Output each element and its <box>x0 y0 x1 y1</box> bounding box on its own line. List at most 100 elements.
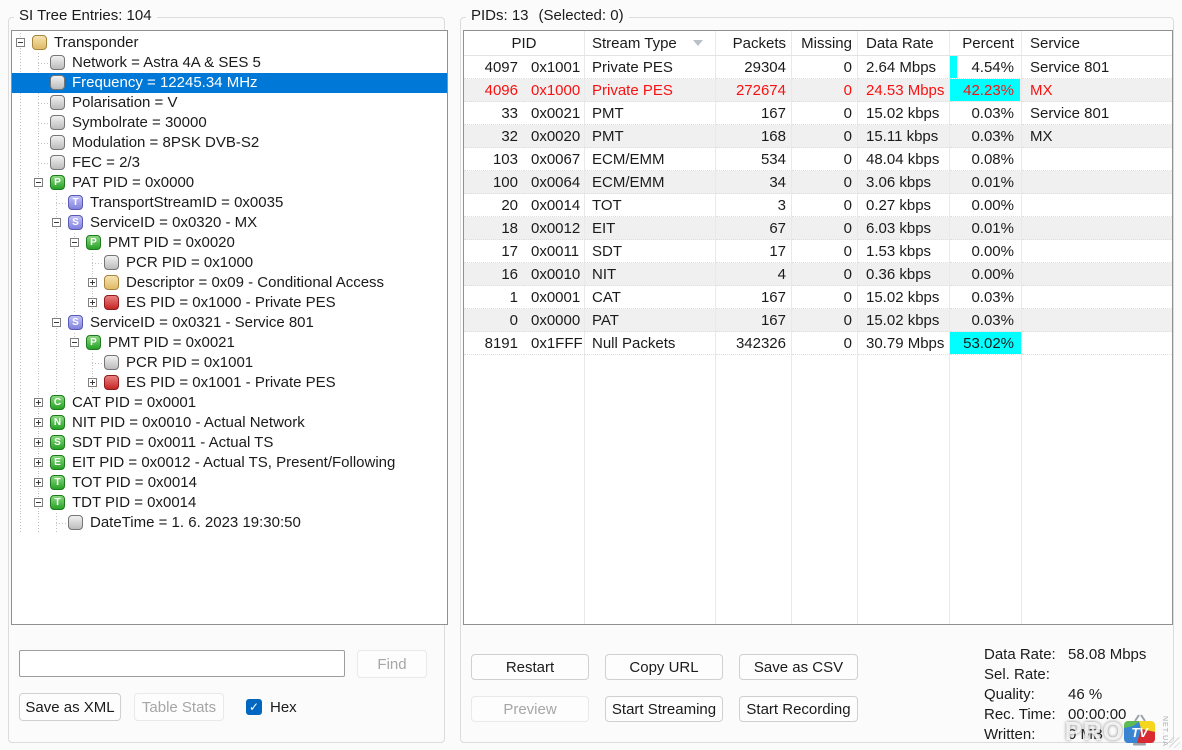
percent-text: 0.00% <box>971 266 1014 283</box>
find-input[interactable] <box>19 650 345 677</box>
cell-data-rate: 15.02 kbps <box>858 286 950 309</box>
cell-service <box>1022 309 1172 332</box>
tree-expand-icon[interactable] <box>88 298 97 307</box>
pid-row[interactable]: 00x0000PAT167015.02 kbps0.03% <box>464 309 1172 332</box>
cell-percent: 0.01% <box>950 171 1022 194</box>
tree-item[interactable]: ES PID = 0x1000 - Private PES <box>12 293 447 313</box>
column-header-percent[interactable]: Percent <box>950 31 1022 55</box>
tree-item[interactable]: ES PID = 0x1001 - Private PES <box>12 373 447 393</box>
tree-item[interactable]: Polarisation = V <box>12 93 447 113</box>
stat-line: Rec. Time:00:00:00 <box>984 705 1166 725</box>
tree-item[interactable]: PPMT PID = 0x0021 <box>12 333 447 353</box>
tree-item[interactable]: Transponder <box>12 33 447 53</box>
cell-percent: 4.54% <box>950 56 1022 79</box>
pid-row[interactable]: 1000x0064ECM/EMM3403.06 kbps0.01% <box>464 171 1172 194</box>
tree-item[interactable]: Frequency = 12245.34 MHz <box>12 73 447 93</box>
window-resize-grip[interactable] <box>1169 737 1180 748</box>
tree-guide-line <box>56 253 57 273</box>
tree-guide-line <box>38 313 39 333</box>
cell-data-rate: 0.27 kbps <box>858 194 950 217</box>
stat-value: 00:00:00 <box>1068 705 1126 725</box>
cell-data-rate: 1.53 kbps <box>858 240 950 263</box>
save-as-csv-button[interactable]: Save as CSV <box>739 654 858 680</box>
tree-expand-icon[interactable] <box>88 378 97 387</box>
column-header-missing[interactable]: Missing <box>792 31 858 55</box>
start-recording-button[interactable]: Start Recording <box>739 696 858 722</box>
column-header-pid[interactable]: PID <box>464 31 585 55</box>
hex-checkbox[interactable]: ✓ <box>246 699 262 715</box>
tree-expand-icon[interactable] <box>88 278 97 287</box>
tree-item[interactable]: TTOT PID = 0x0014 <box>12 473 447 493</box>
hex-checkbox-group[interactable]: ✓ Hex <box>246 693 297 721</box>
column-header-service[interactable]: Service <box>1022 31 1172 55</box>
tree-guide-line <box>20 173 21 193</box>
pid-row[interactable]: 330x0021PMT167015.02 kbps0.03%Service 80… <box>464 102 1172 125</box>
tree-item[interactable]: SServiceID = 0x0320 - MX <box>12 213 447 233</box>
cell-percent: 0.00% <box>950 194 1022 217</box>
tree-item[interactable]: Network = Astra 4A & SES 5 <box>12 53 447 73</box>
pid-row[interactable]: 170x0011SDT1701.53 kbps0.00% <box>464 240 1172 263</box>
column-header-packets[interactable]: Packets <box>716 31 792 55</box>
tree-guide-line <box>20 293 21 313</box>
save-as-xml-button[interactable]: Save as XML <box>19 693 121 721</box>
tree-item[interactable]: SSDT PID = 0x0011 - Actual TS <box>12 433 447 453</box>
tree-guide-line <box>20 53 21 73</box>
column-header-stream-type[interactable]: Stream Type <box>585 31 716 55</box>
tree-item[interactable]: TTransportStreamID = 0x0035 <box>12 193 447 213</box>
cell-stream-type: TOT <box>585 194 716 217</box>
pid-row[interactable]: 40960x1000Private PES272674024.53 Mbps42… <box>464 79 1172 102</box>
pid-row[interactable]: 200x0014TOT300.27 kbps0.00% <box>464 194 1172 217</box>
pid-row[interactable]: 1030x0067ECM/EMM534048.04 kbps0.08% <box>464 148 1172 171</box>
tree-item-label: EIT PID = 0x0012 - Actual TS, Present/Fo… <box>72 453 395 473</box>
tree-item[interactable]: SServiceID = 0x0321 - Service 801 <box>12 313 447 333</box>
tree-item[interactable]: EEIT PID = 0x0012 - Actual TS, Present/F… <box>12 453 447 473</box>
tree-item[interactable]: Descriptor = 0x09 - Conditional Access <box>12 273 447 293</box>
tree-item[interactable]: DateTime = 1. 6. 2023 19:30:50 <box>12 513 447 533</box>
pid-table: PID Stream Type Packets Missing Data Rat… <box>463 30 1173 625</box>
tree-guide-line <box>20 493 21 513</box>
tree-expand-icon[interactable] <box>34 478 43 487</box>
tree-collapse-icon[interactable] <box>52 218 61 227</box>
tree-item[interactable]: TTDT PID = 0x0014 <box>12 493 447 513</box>
tree-collapse-icon[interactable] <box>52 318 61 327</box>
tree-expand-icon[interactable] <box>34 438 43 447</box>
tree-expand-icon[interactable] <box>34 418 43 427</box>
tree-node-periwinkle-icon: T <box>68 195 83 210</box>
tree-item[interactable]: PCR PID = 0x1001 <box>12 353 447 373</box>
tree-item[interactable]: PPMT PID = 0x0020 <box>12 233 447 253</box>
tree-item[interactable]: CCAT PID = 0x0001 <box>12 393 447 413</box>
pid-row[interactable]: 180x0012EIT6706.03 kbps0.01% <box>464 217 1172 240</box>
cell-service <box>1022 171 1172 194</box>
tree-guide-line <box>20 93 21 113</box>
tree-guide-line <box>56 353 57 373</box>
tree-item[interactable]: Symbolrate = 30000 <box>12 113 447 133</box>
tree-collapse-icon[interactable] <box>16 38 25 47</box>
tree-item[interactable]: NNIT PID = 0x0010 - Actual Network <box>12 413 447 433</box>
tree-collapse-icon[interactable] <box>70 338 79 347</box>
tree-item[interactable]: PCR PID = 0x1000 <box>12 253 447 273</box>
pid-row[interactable]: 160x0010NIT400.36 kbps0.00% <box>464 263 1172 286</box>
tree-item[interactable]: Modulation = 8PSK DVB-S2 <box>12 133 447 153</box>
cell-stream-type: ECM/EMM <box>585 171 716 194</box>
cell-packets: 4 <box>716 263 792 286</box>
pid-row[interactable]: 81910x1FFFNull Packets342326030.79 Mbps5… <box>464 332 1172 355</box>
tree-expand-icon[interactable] <box>34 458 43 467</box>
pid-row[interactable]: 320x0020PMT168015.11 kbps0.03%MX <box>464 125 1172 148</box>
restart-button[interactable]: Restart <box>471 654 589 680</box>
percent-text: 0.08% <box>971 151 1014 168</box>
pid-row[interactable]: 10x0001CAT167015.02 kbps0.03% <box>464 286 1172 309</box>
cell-data-rate: 15.11 kbps <box>858 125 950 148</box>
start-streaming-button[interactable]: Start Streaming <box>605 696 723 722</box>
tree-collapse-icon[interactable] <box>70 238 79 247</box>
tree-item[interactable]: PPAT PID = 0x0000 <box>12 173 447 193</box>
tree-collapse-icon[interactable] <box>34 178 43 187</box>
copy-url-button[interactable]: Copy URL <box>605 654 723 680</box>
pid-row[interactable]: 40970x1001Private PES2930402.64 Mbps4.54… <box>464 56 1172 79</box>
tree-collapse-icon[interactable] <box>34 498 43 507</box>
tree-node-gray-icon <box>50 55 65 70</box>
column-header-data-rate[interactable]: Data Rate <box>858 31 950 55</box>
tree-expand-icon[interactable] <box>34 398 43 407</box>
tree-guide-line <box>74 373 75 393</box>
tree-item[interactable]: FEC = 2/3 <box>12 153 447 173</box>
stat-line: Data Rate:58.08 Mbps <box>984 645 1166 665</box>
